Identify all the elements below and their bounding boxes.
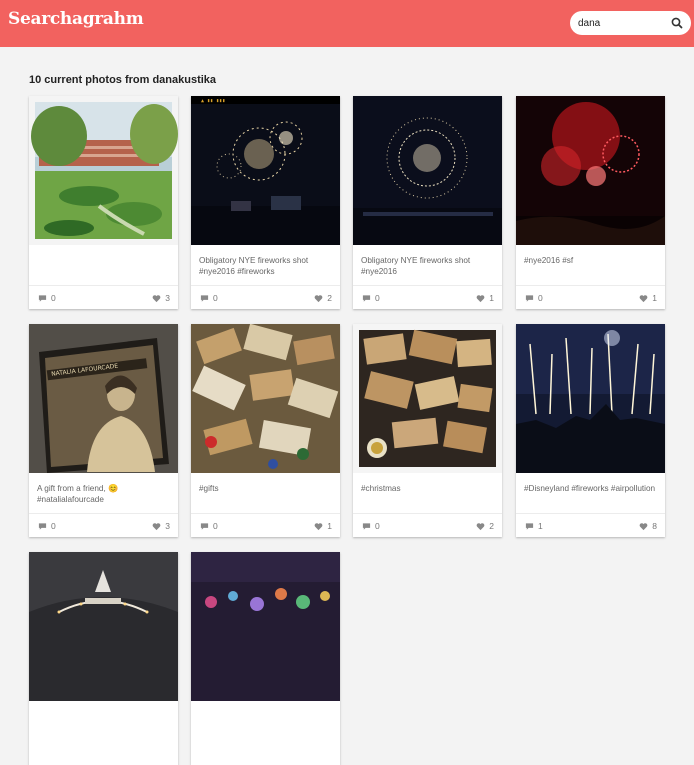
- photo-image[interactable]: [353, 324, 502, 473]
- heart-icon: [639, 522, 648, 530]
- photo-footer: 0 1: [353, 285, 502, 309]
- photo-image[interactable]: [29, 96, 178, 245]
- comment-icon: [525, 294, 534, 302]
- search-box: [570, 11, 691, 35]
- photo-footer: 0 1: [191, 513, 340, 537]
- photo-card[interactable]: #nye2016 #sf 0 1: [516, 96, 665, 309]
- comment-icon: [200, 294, 209, 302]
- svg-text:▲ ▮▮ ▮▮▮: ▲ ▮▮ ▮▮▮: [201, 98, 225, 104]
- photo-footer: 1 8: [516, 513, 665, 537]
- like-count[interactable]: 1: [639, 293, 657, 303]
- search-icon: [671, 17, 683, 29]
- heart-icon: [476, 522, 485, 530]
- photo-card[interactable]: NATALIA LAFOURCADE A gift from a friend,…: [29, 324, 178, 537]
- comment-count[interactable]: 0: [38, 521, 56, 531]
- like-count[interactable]: 3: [152, 293, 170, 303]
- photo-image[interactable]: [353, 96, 502, 245]
- photo-caption: A gift from a friend, 😊 #natalialafourca…: [37, 484, 119, 504]
- comment-count[interactable]: 0: [525, 293, 543, 303]
- comment-icon: [200, 522, 209, 530]
- photo-card[interactable]: #christmas 0 2: [353, 324, 502, 537]
- heart-icon: [152, 294, 161, 302]
- photo-image[interactable]: ▲ ▮▮ ▮▮▮: [191, 96, 340, 245]
- photo-caption: #nye2016 #sf: [524, 256, 574, 265]
- like-count[interactable]: 2: [476, 521, 494, 531]
- like-count[interactable]: 2: [314, 293, 332, 303]
- comment-icon: [362, 294, 371, 302]
- heart-icon: [152, 522, 161, 530]
- photo-caption: Obligatory NYE fireworks shot #nye2016 #…: [199, 256, 309, 276]
- like-count[interactable]: 8: [639, 521, 657, 531]
- comment-icon: [362, 522, 371, 530]
- comment-count[interactable]: 1: [525, 521, 543, 531]
- heart-icon: [314, 522, 323, 530]
- photo-card[interactable]: 0 3: [29, 96, 178, 309]
- photo-footer: 0 3: [29, 513, 178, 537]
- like-count[interactable]: 1: [476, 293, 494, 303]
- photo-image[interactable]: NATALIA LAFOURCADE: [29, 324, 178, 473]
- photo-image[interactable]: [191, 552, 340, 701]
- comment-count[interactable]: 0: [362, 293, 380, 303]
- app-logo[interactable]: Searchagrahm: [8, 9, 144, 29]
- search-input[interactable]: [578, 15, 668, 31]
- like-count[interactable]: 1: [314, 521, 332, 531]
- photo-caption: #Disneyland #fireworks #airpollution: [524, 484, 656, 493]
- photo-caption: Obligatory NYE fireworks shot #nye2016: [361, 256, 471, 276]
- photo-footer: 0 1: [516, 285, 665, 309]
- comment-count[interactable]: 0: [200, 521, 218, 531]
- photo-card[interactable]: [29, 552, 178, 765]
- photo-card[interactable]: #Disneyland #fireworks #airpollution 1 8: [516, 324, 665, 537]
- comment-icon: [38, 294, 47, 302]
- photo-footer: 0 3: [29, 285, 178, 309]
- photo-image[interactable]: [516, 324, 665, 473]
- photo-card[interactable]: [191, 552, 340, 765]
- photo-image[interactable]: [516, 96, 665, 245]
- comment-icon: [38, 522, 47, 530]
- photo-image[interactable]: [191, 324, 340, 473]
- heart-icon: [476, 294, 485, 302]
- comment-count[interactable]: 0: [200, 293, 218, 303]
- comment-icon: [525, 522, 534, 530]
- photo-footer: 0 2: [353, 513, 502, 537]
- page-title: 10 current photos from danakustika: [29, 74, 217, 86]
- photo-card[interactable]: #gifts 0 1: [191, 324, 340, 537]
- like-count[interactable]: 3: [152, 521, 170, 531]
- photo-card[interactable]: ▲ ▮▮ ▮▮▮ Obligatory NYE fireworks shot #…: [191, 96, 340, 309]
- photo-card[interactable]: Obligatory NYE fireworks shot #nye2016 0…: [353, 96, 502, 309]
- photo-caption: #gifts: [199, 484, 219, 493]
- photo-image[interactable]: [29, 552, 178, 701]
- heart-icon: [314, 294, 323, 302]
- top-bar: Searchagrahm: [0, 0, 694, 47]
- search-button[interactable]: [669, 15, 685, 31]
- photo-footer: 0 2: [191, 285, 340, 309]
- comment-count[interactable]: 0: [362, 521, 380, 531]
- comment-count[interactable]: 0: [38, 293, 56, 303]
- photo-caption: #christmas: [361, 484, 401, 493]
- heart-icon: [639, 294, 648, 302]
